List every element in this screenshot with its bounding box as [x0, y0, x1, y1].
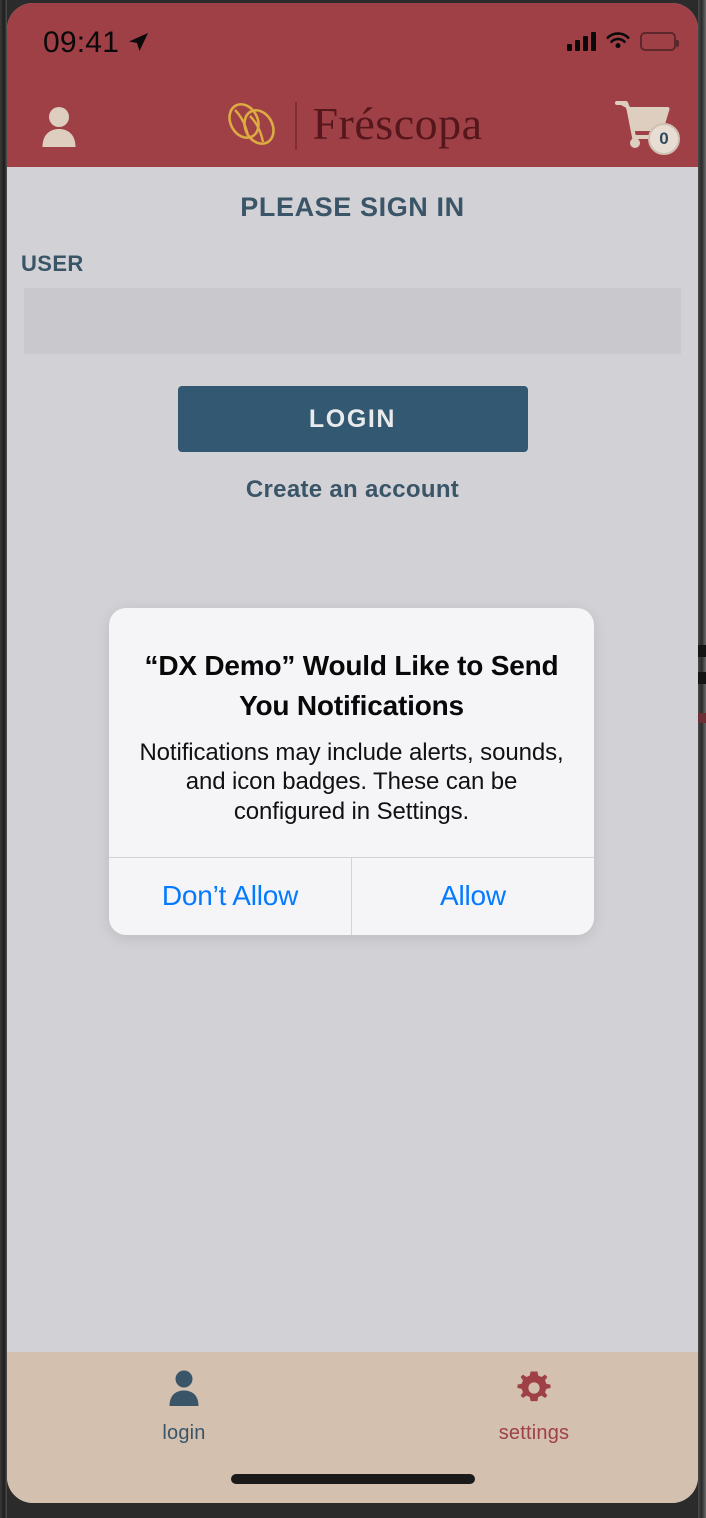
- power-hardware-button[interactable]: [698, 713, 706, 723]
- status-bar-indicators: [567, 29, 679, 54]
- device-bezel-left: [0, 0, 7, 1518]
- gear-icon: [514, 1368, 554, 1413]
- tab-item-login[interactable]: login: [104, 1368, 264, 1445]
- device-frame: 09:41 Fréscopa 0 PLEASE SIGN IN USER LOG…: [0, 0, 706, 1518]
- cellular-signal-icon: [567, 32, 596, 51]
- alert-message: Notifications may include alerts, sounds…: [139, 738, 564, 826]
- tab-item-settings-label: settings: [498, 1422, 570, 1444]
- alert-actions: Don’t Allow Allow: [109, 856, 594, 935]
- status-bar-time: 09:41: [43, 26, 120, 59]
- location-arrow-icon: [126, 30, 150, 59]
- header-brand: Fréscopa: [7, 85, 698, 167]
- phone-screen: 09:41 Fréscopa 0 PLEASE SIGN IN USER LOG…: [7, 3, 698, 1503]
- volume-up-hardware-button[interactable]: [698, 645, 706, 657]
- brand-name: Fréscopa: [312, 98, 483, 149]
- tab-item-settings[interactable]: settings: [454, 1368, 614, 1445]
- coffee-beans-icon: [222, 98, 280, 155]
- device-bezel-right: [698, 0, 706, 1518]
- status-bar: 09:41: [7, 3, 698, 85]
- create-account-link[interactable]: Create an account: [7, 476, 698, 504]
- user-field-label: USER: [21, 251, 84, 276]
- wifi-icon: [605, 29, 631, 54]
- user-input[interactable]: [24, 288, 681, 354]
- alert-body: “DX Demo” Would Like to Send You Notific…: [109, 608, 594, 857]
- page-title: PLEASE SIGN IN: [240, 192, 465, 222]
- main-content: PLEASE SIGN IN USER LOGIN Create an acco…: [7, 167, 698, 1352]
- volume-down-hardware-button[interactable]: [698, 672, 706, 684]
- home-indicator[interactable]: [230, 1474, 475, 1484]
- battery-full-icon: [640, 32, 679, 51]
- cart-badge: 0: [648, 123, 680, 155]
- brand-divider: [295, 102, 298, 150]
- app-header: Fréscopa 0: [7, 85, 698, 167]
- alert-title: “DX Demo” Would Like to Send You Notific…: [144, 650, 559, 721]
- notification-permission-dialog: “DX Demo” Would Like to Send You Notific…: [109, 608, 594, 935]
- person-icon: [164, 1368, 204, 1413]
- tab-bar: login settings: [7, 1352, 698, 1503]
- tab-item-login-label: login: [162, 1422, 206, 1444]
- login-button[interactable]: LOGIN: [177, 386, 528, 452]
- allow-button[interactable]: Allow: [352, 858, 594, 935]
- dont-allow-button[interactable]: Don’t Allow: [109, 857, 352, 935]
- header-cart-button[interactable]: 0: [614, 97, 680, 155]
